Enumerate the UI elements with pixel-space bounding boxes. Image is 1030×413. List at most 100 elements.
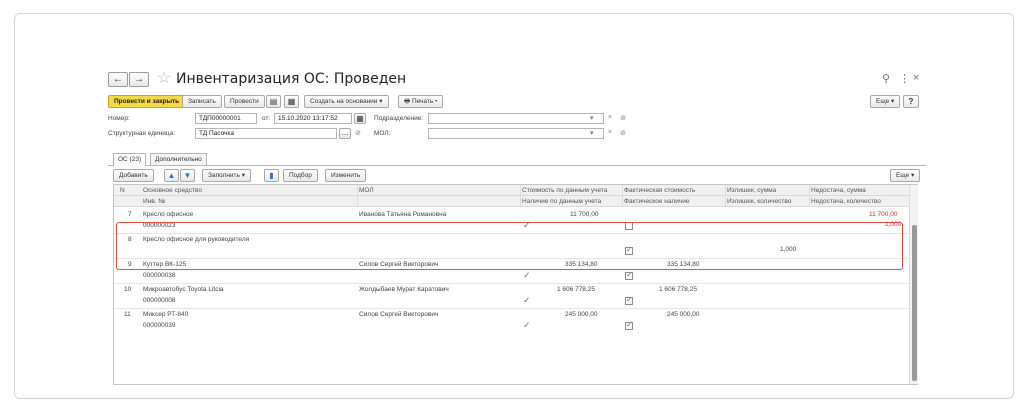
back-arrow-icon[interactable]: ← bbox=[108, 72, 128, 87]
row-number: 7 bbox=[128, 211, 132, 218]
department-label: Подразделение: bbox=[374, 115, 424, 122]
fact-presence-checkbox[interactable] bbox=[625, 320, 633, 330]
change-button[interactable]: Изменить bbox=[325, 169, 367, 182]
responsible-person: Жолдыбаев Мурат Каратович bbox=[359, 286, 449, 293]
table-header-bottom: Инв. № Наличие по данным учета Фактическ… bbox=[114, 196, 909, 207]
tab-fixed-assets[interactable]: ОС (23) bbox=[113, 153, 147, 166]
book-presence-check-icon: ✓ bbox=[523, 270, 531, 280]
mol-clear-icon[interactable]: × bbox=[608, 129, 612, 136]
row-separator bbox=[114, 308, 909, 309]
close-icon[interactable]: × bbox=[913, 72, 919, 84]
col-fact-qty[interactable]: Фактическое наличие bbox=[624, 198, 690, 205]
col-fact-cost[interactable]: Фактическая стоимость bbox=[624, 187, 695, 194]
calendar-icon[interactable]: ▦ bbox=[354, 113, 366, 124]
select-button[interactable]: Подбор bbox=[283, 169, 318, 182]
department-dropdown-icon[interactable]: ▾ bbox=[590, 114, 594, 122]
col-divider bbox=[809, 185, 810, 207]
col-divider bbox=[725, 185, 726, 207]
responsible-person: Иванова Татьяна Романовна bbox=[359, 211, 447, 218]
more-vertical-icon[interactable]: ⋮ bbox=[899, 72, 910, 85]
book-cost: 245 000,00 bbox=[565, 311, 598, 318]
asset-name: Микроавтобус Toyota Litcia bbox=[143, 286, 224, 293]
col-shortage-qty[interactable]: Недостача, количество bbox=[811, 198, 881, 205]
window-title: Инвентаризация ОС: Проведен bbox=[176, 71, 407, 87]
scrollbar-thumb[interactable] bbox=[912, 225, 917, 381]
print-button[interactable]: 🖶 Печать ▾ bbox=[398, 95, 444, 108]
mol-field[interactable] bbox=[428, 128, 604, 139]
more-button[interactable]: Еще ▾ bbox=[870, 95, 901, 108]
favorite-star-icon[interactable]: ☆ bbox=[157, 70, 171, 88]
book-cost: 1 606 778,25 bbox=[557, 286, 595, 293]
department-field[interactable] bbox=[428, 113, 604, 124]
inventory-number: 000000039 bbox=[143, 322, 176, 329]
forward-arrow-icon[interactable]: → bbox=[129, 72, 149, 87]
book-cost: 11 700,00 bbox=[570, 211, 599, 218]
highlight-box bbox=[116, 222, 903, 270]
col-mol[interactable]: МОЛ bbox=[359, 187, 374, 194]
post-and-close-button[interactable]: Провести и закрыть bbox=[108, 95, 186, 108]
move-up-icon[interactable]: ▲ bbox=[164, 169, 179, 182]
tab-divider bbox=[108, 165, 926, 166]
number-label: Номер: bbox=[108, 115, 130, 122]
date-label: от: bbox=[262, 115, 271, 122]
barcode-icon[interactable]: ▮ bbox=[264, 169, 279, 182]
book-presence-check-icon: ✓ bbox=[523, 320, 531, 330]
fact-cost: 1 606 778,25 bbox=[659, 286, 697, 293]
create-based-on-label: Создать на основании bbox=[310, 98, 378, 105]
col-divider bbox=[622, 185, 623, 207]
table-more-label: Еще bbox=[896, 172, 910, 179]
inventory-number: 000000008 bbox=[143, 297, 176, 304]
move-down-icon[interactable]: ▼ bbox=[180, 169, 195, 182]
fill-label: Заполнить bbox=[208, 172, 240, 179]
col-shortage-sum[interactable]: Недостача, сумма bbox=[811, 187, 866, 194]
fact-presence-checkbox[interactable] bbox=[625, 295, 633, 305]
mol-label: МОЛ: bbox=[374, 130, 391, 137]
more-label: Еще bbox=[876, 98, 890, 105]
responsible-person: Силов Сергей Викторович bbox=[359, 311, 439, 318]
number-field[interactable]: ТДП00000001 bbox=[195, 113, 257, 124]
col-surplus-sum[interactable]: Излишек, сумма bbox=[727, 187, 776, 194]
link-icon[interactable]: ⚲ bbox=[882, 72, 890, 85]
post-button[interactable]: Провести bbox=[224, 95, 265, 108]
row-number: 10 bbox=[124, 286, 132, 293]
unit-open-icon[interactable]: ⊘ bbox=[355, 129, 361, 137]
unit-select-button[interactable]: … bbox=[339, 128, 351, 139]
help-button[interactable]: ? bbox=[903, 95, 919, 108]
fill-button[interactable]: Заполнить ▾ bbox=[202, 169, 251, 182]
mol-dropdown-icon[interactable]: ▾ bbox=[590, 129, 594, 137]
printer-icon: 🖶 bbox=[404, 98, 411, 105]
col-inv[interactable]: Инв. № bbox=[143, 198, 165, 205]
add-button[interactable]: Добавить bbox=[113, 169, 154, 182]
table-more-button[interactable]: Еще ▾ bbox=[890, 169, 921, 182]
asset-name: Миксер РТ-840 bbox=[143, 311, 189, 318]
unit-label: Структурная единица: bbox=[108, 130, 176, 137]
inventory-number: 000000038 bbox=[143, 272, 176, 279]
row-separator bbox=[114, 283, 909, 284]
shortage-sum: 11 700,00 bbox=[869, 211, 898, 218]
col-asset[interactable]: Основное средство bbox=[143, 187, 202, 194]
col-divider bbox=[357, 185, 358, 207]
col-surplus-qty[interactable]: Излишек, количество bbox=[727, 198, 791, 205]
col-book-qty[interactable]: Наличие по данным учета bbox=[522, 198, 601, 205]
unit-field[interactable]: ТД Пасочка bbox=[195, 128, 337, 139]
book-presence-check-icon: ✓ bbox=[523, 295, 531, 305]
mol-open-icon[interactable]: ⊘ bbox=[620, 129, 626, 137]
date-field[interactable]: 15.10.2020 13:17:52 bbox=[274, 113, 352, 124]
department-open-icon[interactable]: ⊘ bbox=[620, 114, 626, 122]
col-n[interactable]: N bbox=[120, 187, 125, 194]
assets-table: N Основное средство МОЛ Стоимость по дан… bbox=[113, 184, 918, 385]
col-book-cost[interactable]: Стоимость по данным учета bbox=[522, 187, 607, 194]
title-bar: ← → ☆ Инвентаризация ОС: Проведен ⚲ ⋮ × bbox=[108, 70, 926, 90]
create-based-on-button[interactable]: Создать на основании ▾ bbox=[304, 95, 389, 108]
report-icon[interactable]: ▦ bbox=[284, 95, 299, 108]
table-scrollbar[interactable] bbox=[909, 185, 918, 384]
table-header-top: N Основное средство МОЛ Стоимость по дан… bbox=[114, 185, 909, 196]
save-button[interactable]: Записать bbox=[182, 95, 222, 108]
fact-presence-checkbox[interactable] bbox=[625, 270, 633, 280]
department-clear-icon[interactable]: × bbox=[608, 114, 612, 121]
print-label: Печать bbox=[411, 98, 434, 105]
tab-additional[interactable]: Дополнительно bbox=[150, 153, 207, 165]
fact-cost: 245 000,00 bbox=[667, 311, 700, 318]
document-journal-icon[interactable]: ▤ bbox=[266, 95, 281, 108]
row-number: 11 bbox=[124, 311, 131, 318]
